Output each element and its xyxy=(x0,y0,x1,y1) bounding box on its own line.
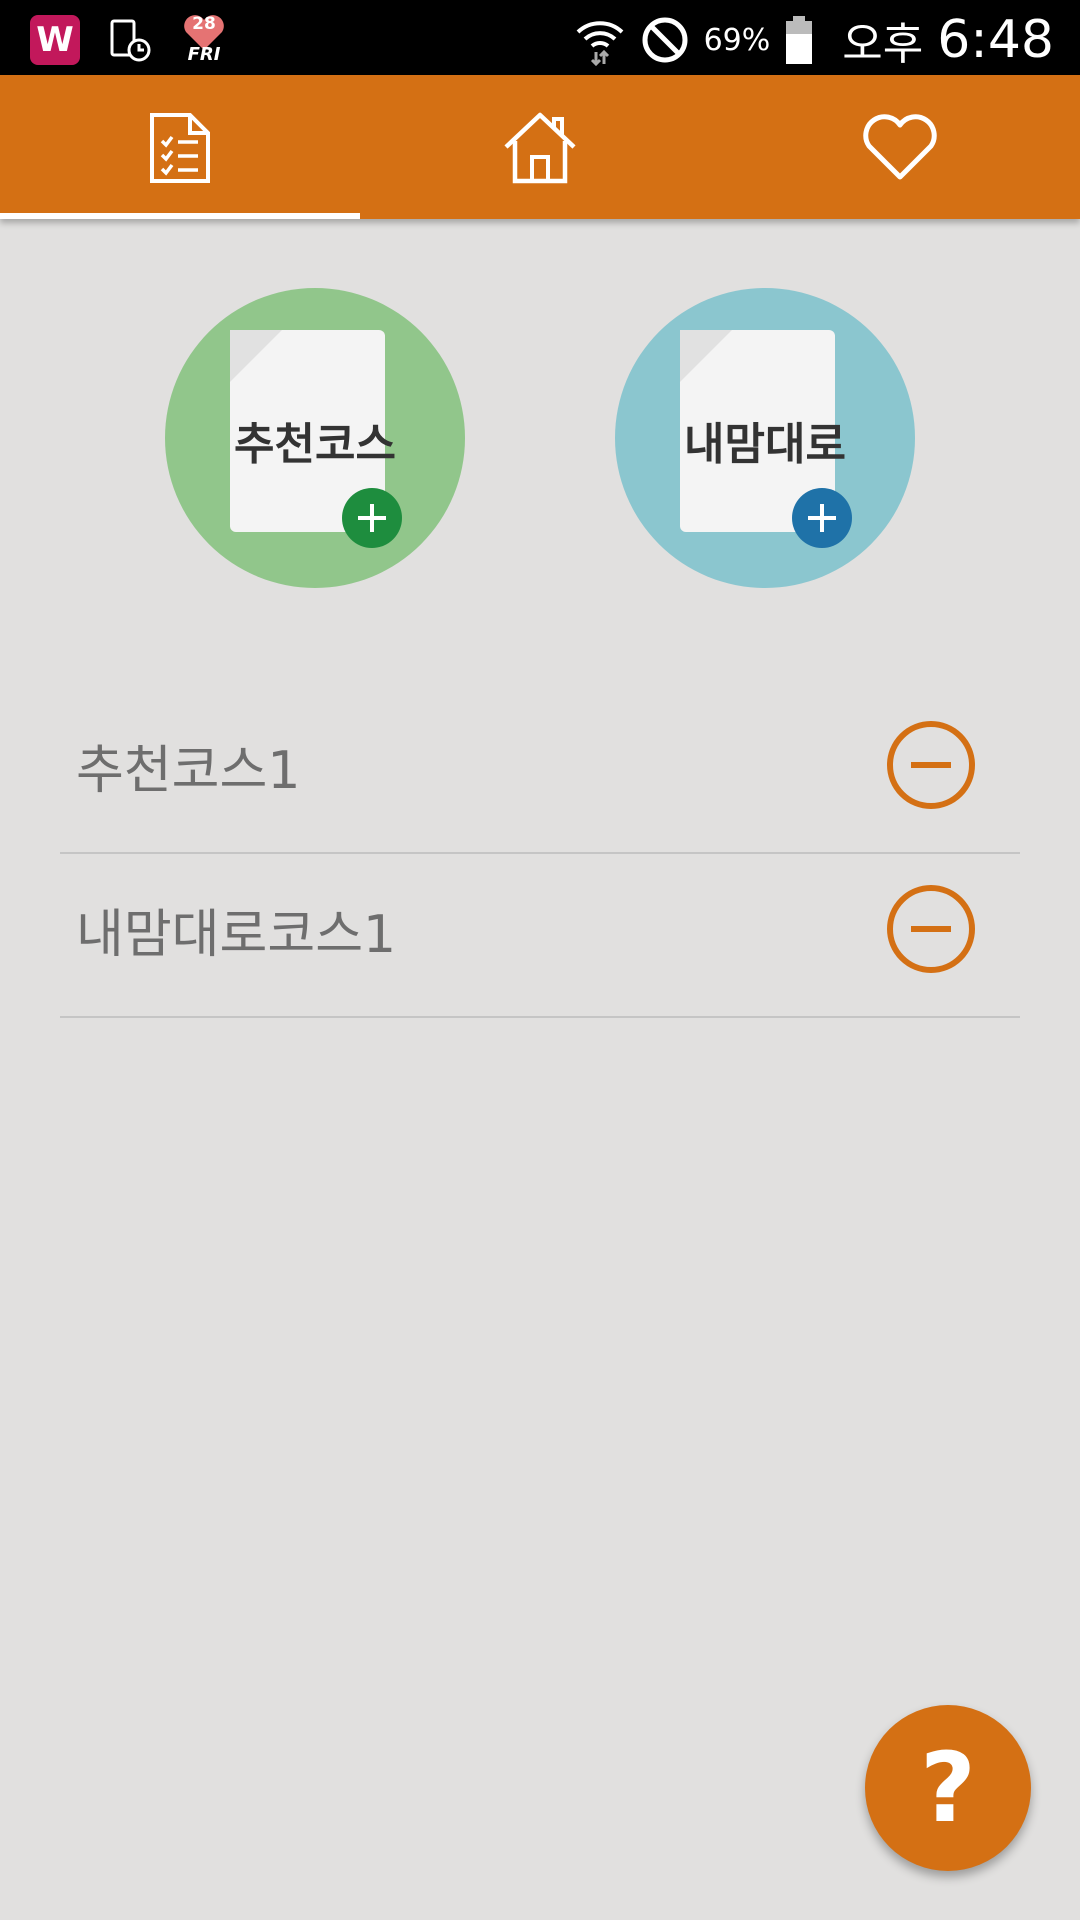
plus-icon xyxy=(792,488,852,548)
clock-ampm: 오후 xyxy=(842,19,924,70)
help-button[interactable]: ? xyxy=(865,1705,1031,1871)
device-clock-icon xyxy=(110,19,151,62)
home-icon xyxy=(504,112,576,184)
tab-course-list[interactable] xyxy=(0,75,360,219)
tab-selected-indicator xyxy=(0,213,360,219)
heart-calendar-icon: 28 FRI xyxy=(182,12,226,68)
battery-icon xyxy=(786,16,813,64)
do-not-disturb-icon xyxy=(642,17,688,63)
battery-percentage: 69% xyxy=(703,22,771,58)
list-item[interactable]: 내맘대로코스1 xyxy=(60,854,1020,1018)
status-bar: W 28 FRI 69% 오후 6:48 xyxy=(0,0,1080,75)
custom-course-label: 내맘대로 xyxy=(684,419,846,470)
tab-home[interactable] xyxy=(360,75,720,219)
heart-date-number: 28 xyxy=(192,14,216,34)
checklist-icon xyxy=(150,113,210,183)
heart-icon xyxy=(863,114,937,180)
course-name: 내맘대로코스1 xyxy=(76,905,397,965)
wifi-icon xyxy=(576,21,623,66)
w-app-icon: W xyxy=(30,15,80,65)
remove-course-button[interactable] xyxy=(886,884,976,974)
tab-favorites[interactable] xyxy=(720,75,1080,219)
recommended-course-label: 추천코스 xyxy=(234,419,396,470)
status-bar-left: W 28 FRI xyxy=(30,12,226,68)
course-name: 추천코스1 xyxy=(76,741,301,801)
remove-course-button[interactable] xyxy=(886,720,976,810)
course-list: 추천코스1 내맘대로코스1 xyxy=(60,690,1020,1018)
status-bar-right: 69% 오후 6:48 xyxy=(574,8,1054,72)
heart-date-day: FRI xyxy=(187,44,221,65)
tab-bar xyxy=(0,75,1080,219)
add-recommended-course-button[interactable]: 추천코스 xyxy=(165,288,465,588)
list-item[interactable]: 추천코스1 xyxy=(60,690,1020,854)
clock-time: 6:48 xyxy=(937,10,1054,70)
add-custom-course-button[interactable]: 내맘대로 xyxy=(615,288,915,588)
plus-icon xyxy=(342,488,402,548)
